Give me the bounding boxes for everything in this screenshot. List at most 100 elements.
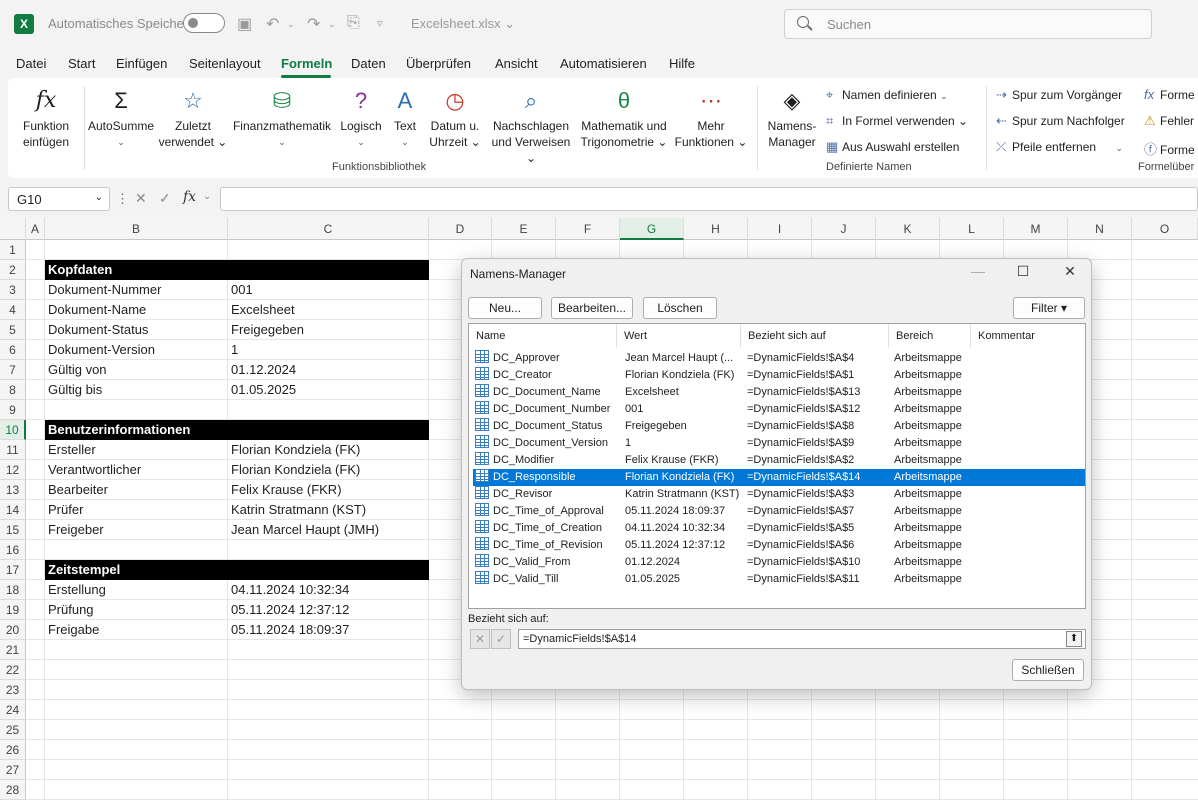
row-header[interactable]: 17	[0, 560, 26, 580]
cell-label[interactable]: Dokument-Version	[45, 340, 228, 360]
name-list-row[interactable]: DC_Valid_Till 01.05.2025 =DynamicFields!$A…	[473, 571, 1085, 588]
redo-icon[interactable]: ↷	[307, 14, 320, 34]
datetime-button[interactable]: ◷ Datum u. Uhrzeit ⌄	[426, 86, 484, 150]
menu-ueberpruefen[interactable]: Überprüfen	[406, 56, 471, 71]
close-button[interactable]: Schließen	[1012, 659, 1084, 681]
column-header-value[interactable]: Wert	[617, 324, 741, 348]
cell-label[interactable]: Bearbeiter	[45, 480, 228, 500]
define-name-button[interactable]: ⌖ Namen definieren ⌄	[826, 87, 948, 103]
evaluate-formula-button[interactable]: ⓕ Forme	[1144, 139, 1195, 158]
row-header[interactable]: 25	[0, 720, 26, 740]
name-list-row[interactable]: DC_Document_Number 001 =DynamicFields!$A$1…	[473, 401, 1085, 418]
cell-value[interactable]: 05.11.2024 18:09:37	[228, 620, 428, 640]
column-header[interactable]: H	[684, 218, 748, 240]
row-header[interactable]: 13	[0, 480, 26, 500]
new-name-button[interactable]: Neu...	[468, 297, 542, 319]
file-name[interactable]: Excelsheet.xlsx ⌄	[411, 16, 515, 32]
name-list-row[interactable]: DC_Time_of_Approval 05.11.2024 18:09:37 =D…	[473, 503, 1085, 520]
undo-dropdown-icon[interactable]: ⌄	[287, 19, 295, 30]
row-header[interactable]: 23	[0, 680, 26, 700]
cell-value[interactable]: 1	[228, 340, 428, 360]
row-header[interactable]: 20	[0, 620, 26, 640]
cell-label[interactable]: Gültig bis	[45, 380, 228, 400]
column-header[interactable]: B	[45, 218, 228, 240]
row-header[interactable]: 14	[0, 500, 26, 520]
name-list-row[interactable]: DC_Time_of_Revision 05.11.2024 12:37:12 =D…	[473, 537, 1085, 554]
menu-automatisieren[interactable]: Automatisieren	[560, 56, 647, 71]
delete-name-button[interactable]: Löschen	[643, 297, 717, 319]
name-list-row[interactable]: DC_Approver Jean Marcel Haupt (... =Dynami…	[473, 350, 1085, 367]
column-header[interactable]: G	[620, 218, 684, 240]
cell-label[interactable]: Gültig von	[45, 360, 228, 380]
row-header[interactable]: 6	[0, 340, 26, 360]
row-header[interactable]: 5	[0, 320, 26, 340]
menu-ansicht[interactable]: Ansicht	[495, 56, 538, 71]
name-list-row[interactable]: DC_Creator Florian Kondziela (FK) =Dynamic…	[473, 367, 1085, 384]
section-header[interactable]: Zeitstempel	[45, 560, 429, 580]
collapse-dialog-icon[interactable]: ⬆	[1066, 631, 1082, 647]
cell-value[interactable]: Jean Marcel Haupt (JMH)	[228, 520, 428, 540]
cell-label[interactable]: Freigeber	[45, 520, 228, 540]
row-header[interactable]: 15	[0, 520, 26, 540]
formula-input[interactable]	[220, 187, 1198, 211]
column-header[interactable]: E	[492, 218, 556, 240]
close-icon[interactable]: ✕	[1058, 263, 1082, 280]
row-header[interactable]: 22	[0, 660, 26, 680]
column-header[interactable]: I	[748, 218, 812, 240]
column-header-refers-to[interactable]: Bezieht sich auf	[741, 324, 889, 348]
use-in-formula-button[interactable]: ⌗ In Formel verwenden ⌄	[826, 113, 968, 129]
name-list-row[interactable]: DC_Time_of_Creation 04.11.2024 10:32:34 =D…	[473, 520, 1085, 537]
name-box[interactable]: G10 ⌄	[8, 187, 110, 211]
cell-value[interactable]: Felix Krause (FKR)	[228, 480, 428, 500]
menu-seitenlayout[interactable]: Seitenlayout	[189, 56, 261, 71]
name-manager-button[interactable]: ◈ Namens- Manager	[760, 86, 824, 150]
save-icon[interactable]: ▣	[237, 14, 252, 34]
lookup-button[interactable]: ⌕ Nachschlagen und Verweisen ⌄	[486, 86, 576, 166]
column-header[interactable]: N	[1068, 218, 1132, 240]
row-header[interactable]: 27	[0, 760, 26, 780]
create-from-selection-button[interactable]: ▦ Aus Auswahl erstellen	[826, 139, 959, 155]
edit-name-button[interactable]: Bearbeiten...	[551, 297, 633, 319]
name-list-row[interactable]: DC_Revisor Katrin Stratmann (KST) =Dynamic…	[473, 486, 1085, 503]
row-header[interactable]: 12	[0, 460, 26, 480]
more-functions-button[interactable]: ⋯ Mehr Funktionen ⌄	[672, 86, 750, 150]
redo-dropdown-icon[interactable]: ⌄	[328, 19, 336, 30]
cell-value[interactable]: Freigegeben	[228, 320, 428, 340]
menu-start[interactable]: Start	[68, 56, 95, 71]
column-header[interactable]: K	[876, 218, 940, 240]
trace-dependents-button[interactable]: ⇠ Spur zum Nachfolger	[996, 113, 1125, 129]
column-header[interactable]: F	[556, 218, 620, 240]
filter-button[interactable]: Filter ▾	[1013, 297, 1085, 319]
error-check-button[interactable]: ⚠ Fehler	[1144, 113, 1194, 129]
name-list-row[interactable]: DC_Document_Name Excelsheet =DynamicFields…	[473, 384, 1085, 401]
row-header[interactable]: 7	[0, 360, 26, 380]
column-header[interactable]: L	[940, 218, 1004, 240]
cell-label[interactable]: Erstellung	[45, 580, 228, 600]
name-list-row[interactable]: DC_Responsible Florian Kondziela (FK) =Dyn…	[473, 469, 1085, 486]
column-header[interactable]: O	[1132, 218, 1198, 240]
format-icon[interactable]: ⎘	[347, 14, 360, 32]
customize-toolbar-icon[interactable]: ▿	[377, 17, 383, 30]
cell-value[interactable]: 01.05.2025	[228, 380, 428, 400]
enter-icon[interactable]: ✓	[159, 190, 171, 207]
row-header[interactable]: 4	[0, 300, 26, 320]
undo-icon[interactable]: ↶	[266, 14, 279, 34]
row-header[interactable]: 18	[0, 580, 26, 600]
cell-label[interactable]: Ersteller	[45, 440, 228, 460]
cell-label[interactable]: Freigabe	[45, 620, 228, 640]
row-header[interactable]: 26	[0, 740, 26, 760]
name-list-row[interactable]: DC_Document_Version 1 =DynamicFields!$A$9 A…	[473, 435, 1085, 452]
cell-label[interactable]: Dokument-Name	[45, 300, 228, 320]
row-header[interactable]: 19	[0, 600, 26, 620]
cell-value[interactable]: 05.11.2024 12:37:12	[228, 600, 428, 620]
cell-value[interactable]: Excelsheet	[228, 300, 428, 320]
column-header[interactable]: A	[26, 218, 45, 240]
refers-to-input[interactable]: =DynamicFields!$A$14 ⬆	[518, 629, 1086, 649]
trace-precedents-button[interactable]: ⇢ Spur zum Vorgänger	[996, 87, 1122, 103]
column-header[interactable]: D	[429, 218, 492, 240]
row-header[interactable]: 24	[0, 700, 26, 720]
row-header[interactable]: 10	[0, 420, 26, 440]
row-header[interactable]: 2	[0, 260, 26, 280]
cell-label[interactable]: Verantwortlicher	[45, 460, 228, 480]
section-header[interactable]: Kopfdaten	[45, 260, 429, 280]
